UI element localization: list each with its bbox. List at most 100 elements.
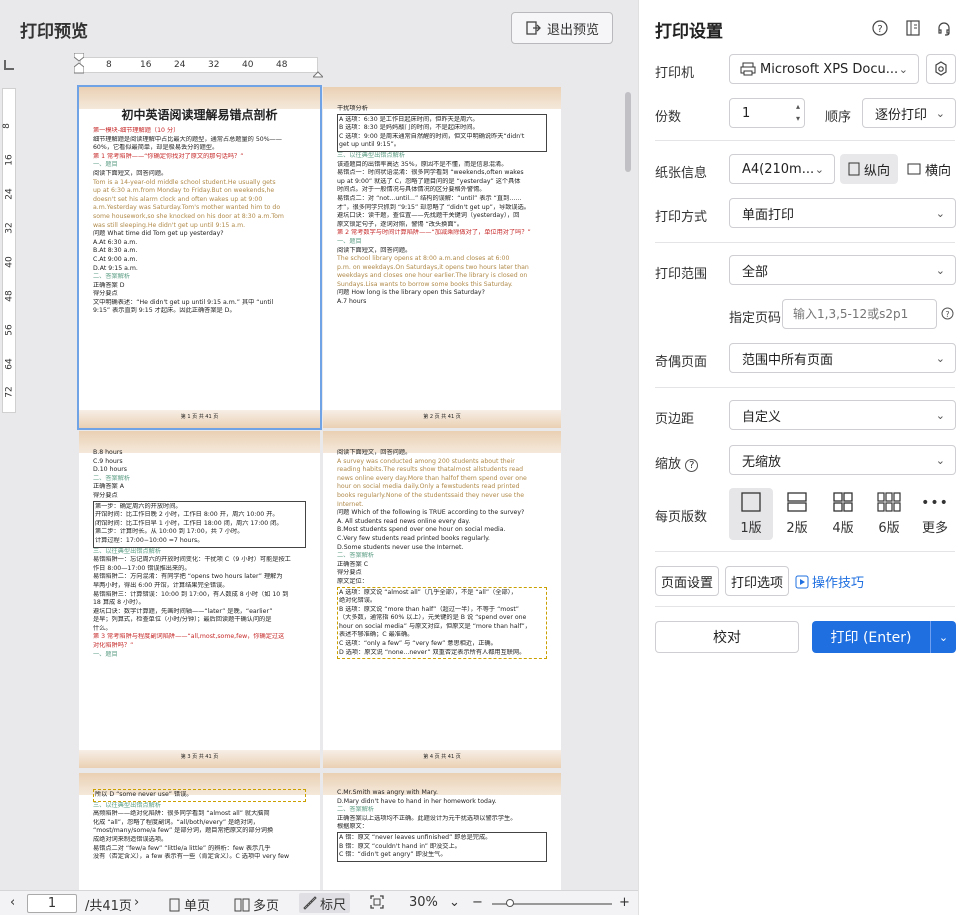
print-button[interactable]: 打印 (Enter) ⌄	[812, 621, 956, 653]
landscape-button[interactable]: 横向	[902, 154, 956, 184]
layout-more-button[interactable]: ••• 更多	[913, 488, 957, 540]
right-indent-marker[interactable]	[311, 64, 325, 78]
ruler-tick: 48	[276, 60, 288, 70]
range-select[interactable]: 全部 ⌄	[729, 255, 956, 285]
page-text-line: 第 2 常考数字与时间计算陷阱——“加减乘除做对了，单位用对了吗？”	[337, 229, 531, 237]
vertical-ruler[interactable]: 8 16 24 32 40 48 56 64 72	[2, 88, 16, 413]
portrait-button[interactable]: 纵向	[840, 154, 898, 184]
zoom-out-button[interactable]: −	[472, 895, 483, 910]
scale-label: 缩放 ?	[655, 453, 699, 472]
tips-link[interactable]: 操作技巧	[795, 572, 864, 591]
divider	[655, 140, 955, 141]
preview-page-1[interactable]: 初中英语阅读理解易错点剖析 第一模块-细节理解题（10 分） 细节理解题是阅读理解…	[77, 85, 322, 430]
print-options-button[interactable]: 打印选项	[725, 566, 789, 596]
zoom-dropdown-icon[interactable]: ⌄	[449, 895, 460, 910]
portrait-icon	[848, 162, 860, 176]
order-select[interactable]: 逐份打印 ⌄	[862, 98, 956, 128]
portrait-label: 纵向	[863, 163, 890, 179]
exit-preview-button[interactable]: 退出预览	[511, 12, 613, 44]
page-text-line: 得分要点	[93, 290, 118, 298]
page-text-line: 正确答案 A	[93, 483, 124, 491]
per-page-label: 每页版数	[655, 510, 708, 525]
page-text-line: 一、题目	[93, 650, 118, 658]
prev-page-button[interactable]: ‹	[10, 895, 15, 910]
paper-select[interactable]: A4(210m... ⌄	[729, 154, 835, 184]
help-icon[interactable]: ?	[941, 307, 954, 323]
left-indent-marker[interactable]	[73, 52, 85, 75]
odd-even-label: 奇偶页面	[655, 355, 708, 370]
layout-4-icon	[833, 492, 853, 512]
page-text-line: C 错：“didn't get angry” 即没生气。	[339, 851, 447, 859]
page-text-line: A 错：原文 “never leaves unfinished” 即总是完成。	[339, 833, 492, 841]
preview-scrollbar[interactable]	[624, 88, 632, 878]
page-text-line: 问题 How long is the library open this Sat…	[337, 289, 485, 297]
layout-more-label: 更多	[921, 521, 948, 536]
page-text-line: A 选项：原文说 “almost all”（几乎全部），不是 “all”（全部）…	[339, 588, 517, 596]
horizontal-ruler[interactable]: 8 16 24 32 40 48	[80, 57, 318, 73]
page-text-line: Sundays.Lisa wants to borrow some books …	[337, 280, 513, 288]
printer-select[interactable]: Microsoft XPS Docu... ⌄	[729, 54, 919, 84]
ruler-tick: 40	[4, 256, 15, 268]
ruler-tick: 32	[208, 60, 220, 70]
preview-page-4[interactable]: 阅读下面短文，回答问题。 A survey was conducted among…	[323, 431, 561, 768]
preview-page-3[interactable]: B.8 hours C.9 hours D.10 hours 二、答案解析 正确答案 A…	[79, 431, 320, 768]
layout-1-button[interactable]: 1版	[729, 488, 773, 540]
page-text-line: 问题 What time did Tom get up yesterday?	[93, 230, 224, 238]
printer-properties-button[interactable]	[926, 54, 956, 84]
page-footer: 第 2 页 共 41 页	[423, 414, 461, 421]
page-text-line: 对化陷阱吗？”	[93, 642, 134, 650]
layout-6-button[interactable]: 6版	[867, 488, 911, 540]
layout-panel-icon[interactable]	[905, 20, 921, 40]
single-page-button[interactable]: 单页	[167, 895, 210, 914]
page-setup-button[interactable]: 页面设置	[655, 566, 719, 596]
layout-4-button[interactable]: 4版	[821, 488, 865, 540]
multi-page-button[interactable]: 多页	[234, 895, 279, 914]
multi-page-label: 多页	[253, 899, 280, 914]
exit-preview-label: 退出预览	[546, 22, 599, 38]
ruler-toggle-button[interactable]: 标尺	[299, 893, 351, 913]
margin-label: 页边距	[655, 412, 695, 427]
more-dots-icon: •••	[921, 495, 949, 511]
page-text-line: 细节理解题是阅读理解中占比最大的题型，通常占总题量的 50%——	[93, 135, 282, 143]
divider	[655, 606, 955, 607]
page-number-input[interactable]: 1	[27, 894, 77, 913]
preview-page-2[interactable]: 干扰项分析 A 选项：6:30 是工作日起床时间，但昨天是周六。 B 选项：8:30…	[323, 87, 561, 428]
divider	[655, 387, 955, 388]
preview-page-6[interactable]: C.Mr.Smith was angry with Mary. D.Mary di…	[323, 773, 561, 890]
layout-2-button[interactable]: 2版	[775, 488, 819, 540]
page-text-line: D.Some students never use the Internet.	[337, 543, 464, 551]
zoom-slider[interactable]	[492, 899, 612, 907]
copies-stepper[interactable]: 1 ▴ ▾	[729, 98, 805, 128]
page-text-line: hour on social media” 与原文对应，但原文是 “more t…	[339, 622, 531, 630]
page-text-line: 绝对化错误。	[339, 597, 377, 605]
specify-pages-input[interactable]	[782, 299, 937, 329]
page-text-line: 该道题目的出错率高达 35%，原因不是不懂，而是信息混淆。	[337, 160, 508, 168]
chevron-down-icon: ⌄	[935, 352, 945, 365]
preview-page-5[interactable]: 所以 D “some never use” 错误。 三、以往典型出错点解析 高频陷阱…	[79, 773, 320, 890]
ruler-tick: 16	[140, 60, 152, 70]
method-select[interactable]: 单面打印 ⌄	[729, 198, 956, 228]
print-settings-panel: 打印设置 ? 打印机 Microsoft XPS Docu... ⌄ 份数 1 …	[638, 0, 970, 915]
zoom-slider-handle[interactable]	[506, 899, 514, 907]
page-footer: 第 3 页 共 41 页	[180, 754, 219, 761]
page-text-line: 二、答案解析	[337, 552, 375, 560]
help-icon[interactable]: ?	[872, 20, 888, 40]
scrollbar-thumb[interactable]	[625, 92, 631, 172]
proofread-button[interactable]: 校对	[655, 621, 799, 653]
scale-select[interactable]: 无缩放 ⌄	[729, 445, 956, 475]
fit-page-button[interactable]	[370, 895, 384, 909]
page-text-line: some housework,so she knocked on his doo…	[93, 212, 284, 220]
info-icon[interactable]: ?	[685, 459, 699, 472]
page-text-line: B 选项：原文说 “more than half”（超过一半），不等于 “mos…	[339, 605, 519, 613]
stepper-arrows-icon[interactable]: ▴ ▾	[796, 101, 800, 125]
odd-even-select[interactable]: 范围中所有页面 ⌄	[729, 343, 956, 373]
layout-1-label: 1版	[740, 521, 762, 536]
printer-icon	[740, 62, 756, 76]
margin-select[interactable]: 自定义 ⌄	[729, 400, 956, 430]
next-page-button[interactable]: ›	[134, 895, 139, 910]
zoom-in-button[interactable]: +	[619, 895, 630, 910]
headset-icon[interactable]	[936, 20, 952, 40]
zoom-value[interactable]: 30%	[409, 895, 438, 910]
print-dropdown-icon[interactable]: ⌄	[930, 621, 956, 653]
page-text-line: 避坑口诀：数字计算题，先画时间轴——“later” 是晚，“earlier”	[93, 607, 273, 615]
